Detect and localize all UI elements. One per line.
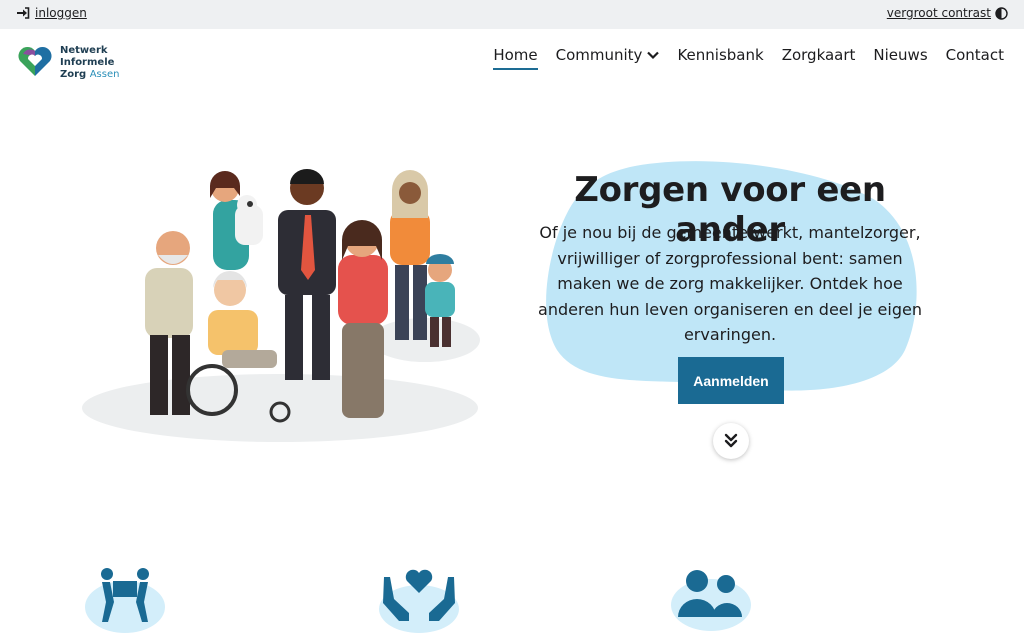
nav-nieuws[interactable]: Nieuws (873, 46, 927, 70)
signup-button[interactable]: Aanmelden (678, 357, 784, 404)
login-link[interactable]: inloggen (16, 6, 87, 20)
logo-line-2: Informele (60, 57, 115, 68)
nav-zorgkaart[interactable]: Zorgkaart (782, 46, 856, 70)
chevron-down-icon (647, 51, 660, 59)
nav-kennisbank-label: Kennisbank (677, 46, 764, 64)
double-chevron-down-icon (724, 433, 738, 448)
contrast-label: vergroot contrast (886, 6, 991, 20)
logo-line-1: Netwerk (60, 45, 108, 56)
nav-community[interactable]: Community (556, 46, 660, 70)
nav-nieuws-label: Nieuws (873, 46, 928, 64)
logo-line-3b: Assen (89, 69, 120, 80)
people-carrying-box-icon (85, 568, 165, 633)
sign-in-icon (17, 7, 30, 19)
site-logo[interactable]: Netwerk Informele Zorg Assen (14, 38, 248, 102)
logo-line-3a: Zorg (60, 69, 87, 80)
nav-contact-label: Contact (945, 46, 1004, 64)
top-utility-bar: inloggen vergroot contrast (0, 0, 1024, 29)
community-people-illustration (82, 169, 480, 442)
nav-community-label: Community (555, 46, 643, 64)
users-icon (671, 570, 751, 631)
contrast-toggle[interactable]: vergroot contrast (887, 6, 1008, 20)
half-circle-icon (995, 6, 1008, 20)
nav-zorgkaart-label: Zorgkaart (781, 46, 856, 64)
nav-home-label: Home (493, 46, 538, 64)
login-label: inloggen (35, 6, 87, 20)
nav-contact[interactable]: Contact (946, 46, 1004, 70)
nav-kennisbank[interactable]: Kennisbank (677, 46, 763, 70)
logo-text: Netwerk Informele Zorg Assen (60, 45, 119, 81)
hero-description: Of je nou bij de gemeente werkt, mantelz… (538, 223, 922, 344)
scroll-down-button[interactable] (713, 423, 749, 459)
main-navigation: Home Community Kennisbank Zorgkaart Nieu… (493, 46, 1004, 70)
nav-home[interactable]: Home (493, 46, 538, 70)
hands-holding-heart-icon (379, 569, 459, 633)
heart-logo-icon (18, 46, 52, 76)
